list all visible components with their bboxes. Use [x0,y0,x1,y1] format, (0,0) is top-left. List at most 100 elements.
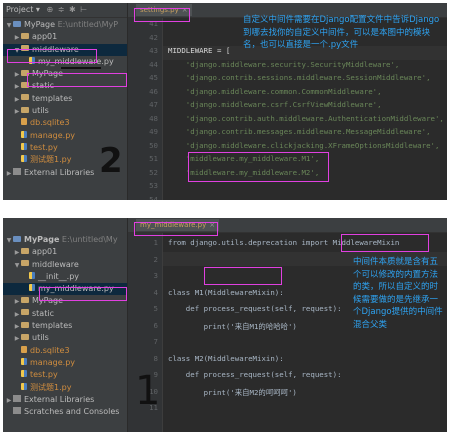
database-file-icon [21,118,27,126]
tree-item-label: 测试题1.py [30,155,72,165]
chevron-right-icon[interactable]: ▶ [13,32,21,43]
chevron-right-icon[interactable]: ▶ [13,81,21,92]
handwritten-number: 1 [135,368,161,414]
code-line: 45 'django.contrib.sessions.middleware.S… [128,73,447,86]
python-file-icon [21,155,27,163]
chevron-right-icon[interactable]: ▶ [13,333,21,344]
library-icon [13,394,21,402]
tree-item-quiz-py[interactable]: 测试题1.py [3,382,127,394]
chevron-right-icon[interactable]: ▶ [13,309,21,320]
tree-item-manage-py[interactable]: manage.py [3,357,127,369]
python-file-icon [29,284,35,292]
tree-item-label: 测试题1.py [30,382,72,392]
tree-item-label: Scratches and Consoles [24,407,120,417]
tree-item-utils[interactable]: ▶ utils [3,105,127,117]
annotation-note-settings: 自定义中间件需要在Django配置文件中告诉Django到哪去找你的自定义中间件… [243,15,440,50]
annotation-underline [61,67,101,69]
tree-item-db-sqlite3[interactable]: db.sqlite3 [3,345,127,357]
tree-item-label: utils [32,106,49,116]
tree-item-utils[interactable]: ▶ utils [3,332,127,344]
chevron-right-icon[interactable]: ▶ [13,296,21,307]
line-number: 52 [149,167,158,177]
chevron-right-icon[interactable]: ▶ [13,106,21,117]
tree-item-app01[interactable]: ▶ app01 [3,246,127,258]
folder-icon [21,321,29,328]
tree-item-middleware[interactable]: ▼ middleware [3,259,127,271]
tree-item-label: MyPage [24,20,56,29]
tree-item-label: manage.py [30,130,76,140]
tree-item-label: db.sqlite3 [30,118,70,128]
line-text: 'django.contrib.messages.middleware.Mess… [168,127,431,136]
tree-item-scratches[interactable]: Scratches and Consoles [3,406,127,418]
tree-item-label: static [32,308,54,318]
annotation-note-middleware: 中间件本质就是含有五个可以修改的内置方法的类，所以自定义的时候需要做的是先继承一… [353,257,443,330]
folder-icon [13,235,21,242]
project-view-header[interactable]: Project ▾ ⊕ ≑ ✱ ⊢ [3,3,127,18]
project-tree: ▼ MyPage E:\untitled\My ▶ app01 ▼ middlewar… [3,218,127,418]
tree-item-label: External Libraries [24,167,95,177]
code-line: 44 'django.middleware.security.SecurityM… [128,60,447,73]
line-text: print('来自M1的哈哈哈') [168,321,297,331]
code-line: 48 'django.contrib.auth.middleware.Authe… [128,114,447,127]
chevron-down-icon[interactable]: ▼ [5,235,13,246]
chevron-right-icon[interactable]: ▶ [5,395,13,406]
code-line: 46 'django.middleware.common.CommonMiddl… [128,87,447,100]
tree-item-label: app01 [32,247,58,257]
annotation-box-my-middleware-file [39,287,127,301]
python-file-icon [21,142,27,150]
tree-item-label: app01 [32,32,58,42]
line-text: print('来自M2的呵呵呵') [168,387,297,397]
tree-item-label: templates [32,93,73,103]
folder-icon [21,333,29,340]
annotation-box-m1-base-class [204,267,282,285]
project-sidebar: ▼ MyPage E:\untitled\My ▶ app01 ▼ middlewar… [3,218,128,432]
line-number: 50 [149,140,158,150]
tree-item-db-sqlite3[interactable]: db.sqlite3 [3,117,127,129]
tree-item-label: __init__.py [38,271,80,281]
chevron-right-icon[interactable]: ▶ [13,94,21,105]
line-number: 7 [153,337,158,346]
chevron-right-icon[interactable]: ▶ [13,321,21,332]
folder-icon [21,309,29,316]
code-line: 8 class M2(MiddlewareMixin): [128,354,447,368]
line-text: class M1(MiddlewareMixin): [168,287,284,297]
tree-item-mypage-root[interactable]: ▼ MyPage E:\untitled\My [3,234,127,246]
tree-item-label: test.py [30,370,58,380]
tree-item-mypage-root[interactable]: ▼ MyPage E:\untitled\MyP [3,19,127,31]
tree-item-app01[interactable]: ▶ app01 [3,31,127,43]
chevron-right-icon[interactable]: ▶ [13,247,21,258]
scratches-icon [13,407,21,415]
tree-item-path: E:\untitled\MyP [57,20,119,29]
toolbar-icons[interactable]: ⊕ ≑ ✱ ⊢ [46,5,88,14]
tree-item-label: MyPage [24,235,60,244]
annotation-box-my-middleware-file [27,73,127,87]
tree-item-path: E:\untitled\My [61,235,118,244]
tree-item-test-py[interactable]: test.py [3,369,127,381]
code-line: 7 [128,337,447,351]
chevron-down-icon[interactable]: ▼ [5,20,13,31]
tree-item-label: utils [32,333,49,343]
line-text: 'django.middleware.csrf.CsrfViewMiddlewa… [168,100,382,109]
chevron-right-icon[interactable]: ▶ [13,69,21,80]
line-text: 'django.middleware.security.SecurityMidd… [168,59,400,69]
line-number: 53 [149,181,158,190]
dropdown-icon[interactable]: ▾ [33,5,40,14]
folder-icon [21,260,29,267]
chevron-down-icon[interactable]: ▼ [13,260,21,271]
annotation-box-middlewaremixin-import [341,234,429,252]
line-number: 51 [149,154,158,163]
library-icon [13,167,21,175]
tree-item-label: manage.py [30,357,76,367]
tree-item-templates[interactable]: ▶ templates [3,93,127,105]
chevron-right-icon[interactable]: ▶ [5,168,13,179]
annotation-box-middleware-folder [7,49,97,63]
python-file-icon [21,130,27,138]
tree-item-init-py[interactable]: __init__.py [3,271,127,283]
code-line: 47 'django.middleware.csrf.CsrfViewMiddl… [128,100,447,113]
tree-item-templates[interactable]: ▶ templates [3,320,127,332]
tree-item-external-libraries[interactable]: ▶ External Libraries [3,394,127,406]
folder-icon [21,247,29,254]
line-number: 1 [153,238,158,247]
tree-item-static[interactable]: ▶ static [3,308,127,320]
line-number: 46 [149,86,158,96]
